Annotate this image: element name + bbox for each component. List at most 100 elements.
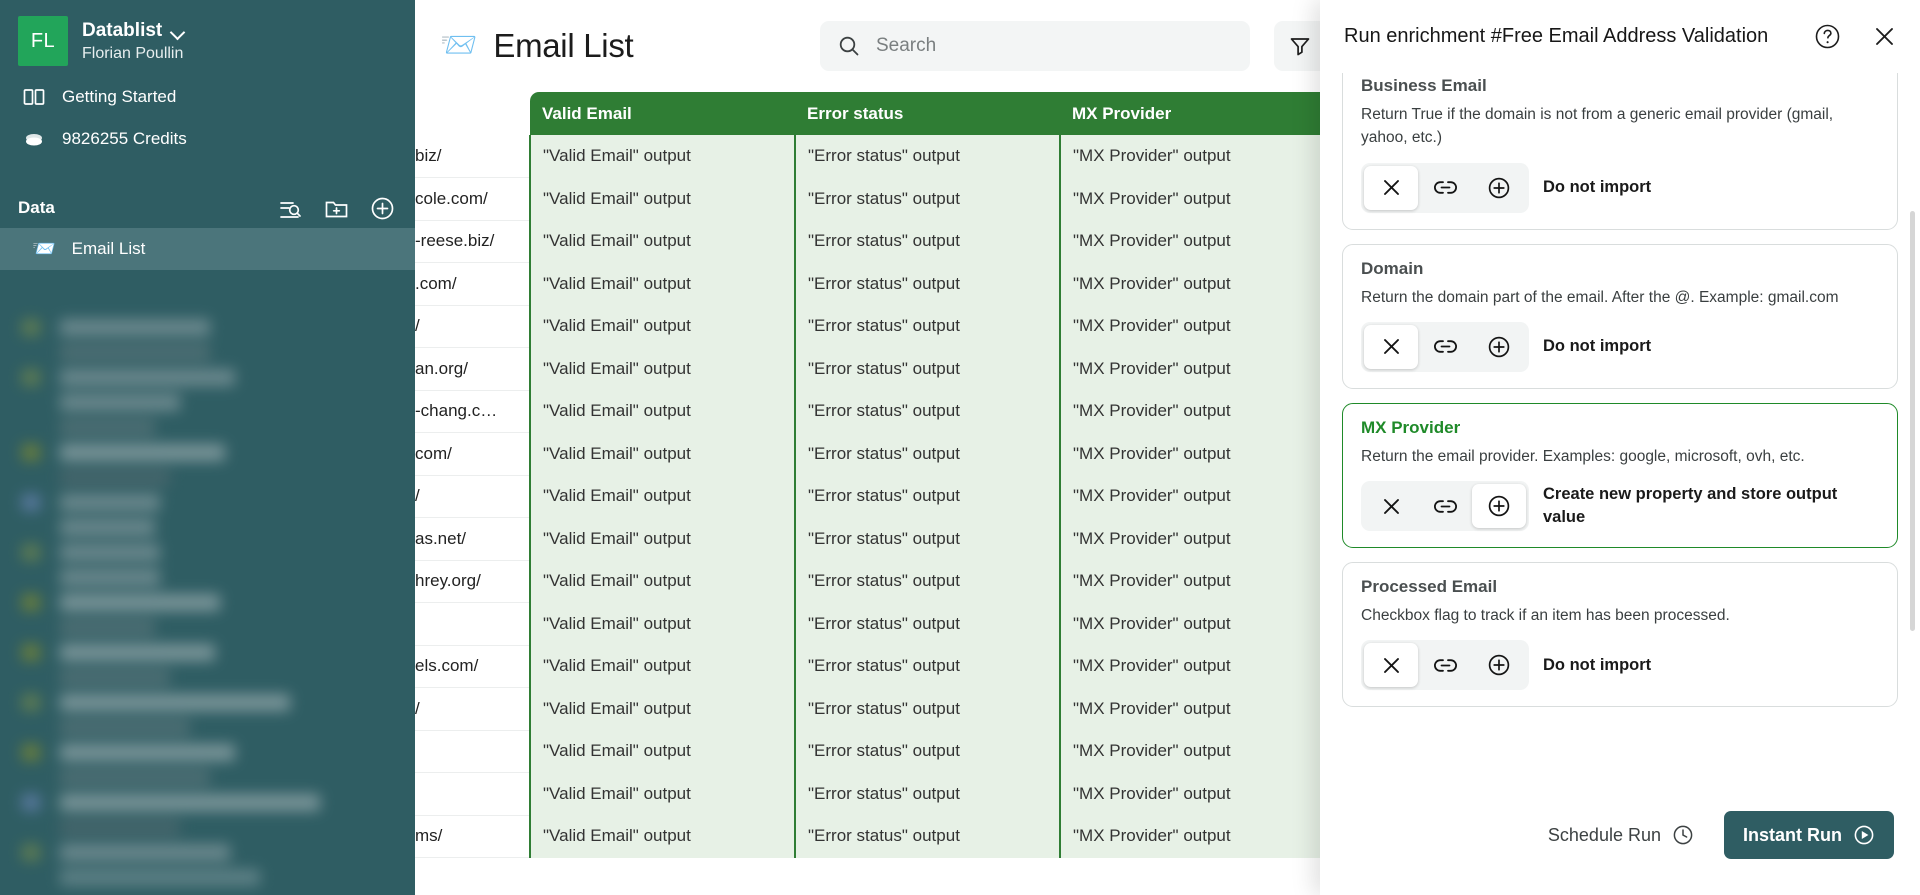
cell-mx-provider[interactable]: "MX Provider" output: [1059, 815, 1325, 858]
schedule-run-button[interactable]: Schedule Run: [1542, 816, 1700, 854]
cell-url[interactable]: [415, 730, 530, 773]
cell-url[interactable]: com/: [415, 432, 530, 476]
cell-url[interactable]: /: [415, 687, 530, 731]
import-mode-create-button[interactable]: [1472, 325, 1526, 369]
panel-body[interactable]: Business Email Return True if the domain …: [1320, 73, 1920, 795]
import-mode-create-button[interactable]: [1472, 484, 1526, 528]
cell-error-status[interactable]: "Error status" output: [794, 177, 1060, 220]
cell-mx-provider[interactable]: "MX Provider" output: [1059, 262, 1325, 305]
search-list-icon[interactable]: [278, 196, 303, 221]
cell-url[interactable]: hrey.org/: [415, 560, 530, 603]
cell-valid-email[interactable]: "Valid Email" output: [529, 432, 795, 475]
cell-valid-email[interactable]: "Valid Email" output: [529, 305, 795, 348]
cell-error-status[interactable]: "Error status" output: [794, 347, 1060, 390]
cell-url[interactable]: -chang.c…: [415, 390, 530, 433]
close-icon[interactable]: [1871, 23, 1898, 50]
property-card[interactable]: MX Provider Return the email provider. Ex…: [1342, 402, 1898, 548]
cell-error-status[interactable]: "Error status" output: [794, 730, 1060, 773]
cell-valid-email[interactable]: "Valid Email" output: [529, 177, 795, 220]
cell-error-status[interactable]: "Error status" output: [794, 560, 1060, 603]
cell-mx-provider[interactable]: "MX Provider" output: [1059, 560, 1325, 603]
property-card[interactable]: Business Email Return True if the domain …: [1342, 73, 1898, 230]
cell-valid-email[interactable]: "Valid Email" output: [529, 390, 795, 433]
cell-url[interactable]: /: [415, 475, 530, 518]
import-mode-skip-button[interactable]: [1364, 643, 1418, 688]
cell-mx-provider[interactable]: "MX Provider" output: [1059, 687, 1325, 730]
cell-error-status[interactable]: "Error status" output: [794, 262, 1060, 305]
org-switcher[interactable]: FL Datablist Florian Poullin: [0, 0, 415, 76]
cell-mx-provider[interactable]: "MX Provider" output: [1059, 135, 1325, 178]
chevron-down-icon[interactable]: [171, 27, 184, 35]
cell-valid-email[interactable]: "Valid Email" output: [529, 730, 795, 773]
import-mode-link-button[interactable]: [1418, 643, 1472, 687]
cell-valid-email[interactable]: "Valid Email" output: [529, 220, 795, 263]
cell-error-status[interactable]: "Error status" output: [794, 432, 1060, 475]
cell-valid-email[interactable]: "Valid Email" output: [529, 135, 795, 178]
cell-error-status[interactable]: "Error status" output: [794, 220, 1060, 263]
import-mode-link-button[interactable]: [1418, 166, 1472, 210]
cell-mx-provider[interactable]: "MX Provider" output: [1059, 305, 1325, 348]
question-circle-icon[interactable]: [1814, 23, 1841, 50]
import-mode-link-button[interactable]: [1418, 325, 1472, 369]
import-mode-link-button[interactable]: [1418, 484, 1472, 528]
cell-url[interactable]: an.org/: [415, 347, 530, 391]
cell-error-status[interactable]: "Error status" output: [794, 390, 1060, 433]
cell-valid-email[interactable]: "Valid Email" output: [529, 815, 795, 858]
sidebar-item-credits[interactable]: 9826255 Credits: [0, 118, 415, 160]
column-header-valid-email[interactable]: Valid Email: [530, 92, 795, 135]
instant-run-button[interactable]: Instant Run: [1724, 811, 1894, 859]
cell-url[interactable]: -reese.biz/: [415, 220, 530, 263]
sidebar-item-getting-started[interactable]: Getting Started: [0, 76, 415, 118]
property-card[interactable]: Processed Email Checkbox flag to track if…: [1342, 562, 1898, 708]
cell-mx-provider[interactable]: "MX Provider" output: [1059, 475, 1325, 518]
import-mode-skip-button[interactable]: [1364, 484, 1418, 528]
cell-mx-provider[interactable]: "MX Provider" output: [1059, 390, 1325, 433]
cell-url[interactable]: ms/: [415, 815, 530, 858]
cell-url[interactable]: biz/: [415, 135, 530, 178]
import-mode-create-button[interactable]: [1472, 643, 1526, 687]
import-mode-skip-button[interactable]: [1364, 324, 1418, 369]
filter-icon[interactable]: [1274, 21, 1326, 71]
cell-error-status[interactable]: "Error status" output: [794, 645, 1060, 688]
cell-valid-email[interactable]: "Valid Email" output: [529, 772, 795, 815]
folder-plus-icon[interactable]: [324, 196, 349, 221]
search-box[interactable]: [820, 21, 1250, 71]
cell-url[interactable]: as.net/: [415, 517, 530, 561]
property-card[interactable]: Domain Return the domain part of the emai…: [1342, 243, 1898, 389]
search-input[interactable]: [876, 35, 1232, 57]
cell-mx-provider[interactable]: "MX Provider" output: [1059, 645, 1325, 688]
cell-error-status[interactable]: "Error status" output: [794, 687, 1060, 730]
cell-error-status[interactable]: "Error status" output: [794, 305, 1060, 348]
cell-valid-email[interactable]: "Valid Email" output: [529, 475, 795, 518]
cell-url[interactable]: els.com/: [415, 645, 530, 688]
cell-error-status[interactable]: "Error status" output: [794, 815, 1060, 858]
cell-mx-provider[interactable]: "MX Provider" output: [1059, 347, 1325, 390]
cell-url[interactable]: cole.com/: [415, 177, 530, 221]
cell-valid-email[interactable]: "Valid Email" output: [529, 347, 795, 390]
sidebar-item-email-list[interactable]: 📨 Email List: [0, 228, 415, 270]
scrollbar-thumb[interactable]: [1910, 211, 1915, 631]
cell-error-status[interactable]: "Error status" output: [794, 772, 1060, 815]
cell-error-status[interactable]: "Error status" output: [794, 517, 1060, 560]
cell-url[interactable]: .com/: [415, 262, 530, 306]
cell-url[interactable]: [415, 602, 530, 646]
cell-error-status[interactable]: "Error status" output: [794, 475, 1060, 518]
cell-mx-provider[interactable]: "MX Provider" output: [1059, 517, 1325, 560]
cell-mx-provider[interactable]: "MX Provider" output: [1059, 432, 1325, 475]
cell-url[interactable]: [415, 772, 530, 816]
cell-mx-provider[interactable]: "MX Provider" output: [1059, 772, 1325, 815]
import-mode-create-button[interactable]: [1472, 166, 1526, 210]
column-header-error-status[interactable]: Error status: [795, 92, 1060, 135]
cell-url[interactable]: /: [415, 305, 530, 348]
plus-circle-icon[interactable]: [370, 196, 395, 221]
cell-valid-email[interactable]: "Valid Email" output: [529, 602, 795, 645]
panel-scrollbar[interactable]: [1910, 151, 1915, 791]
cell-valid-email[interactable]: "Valid Email" output: [529, 517, 795, 560]
cell-mx-provider[interactable]: "MX Provider" output: [1059, 177, 1325, 220]
cell-valid-email[interactable]: "Valid Email" output: [529, 560, 795, 603]
cell-mx-provider[interactable]: "MX Provider" output: [1059, 602, 1325, 645]
cell-error-status[interactable]: "Error status" output: [794, 135, 1060, 178]
cell-error-status[interactable]: "Error status" output: [794, 602, 1060, 645]
cell-valid-email[interactable]: "Valid Email" output: [529, 262, 795, 305]
import-mode-skip-button[interactable]: [1364, 165, 1418, 210]
